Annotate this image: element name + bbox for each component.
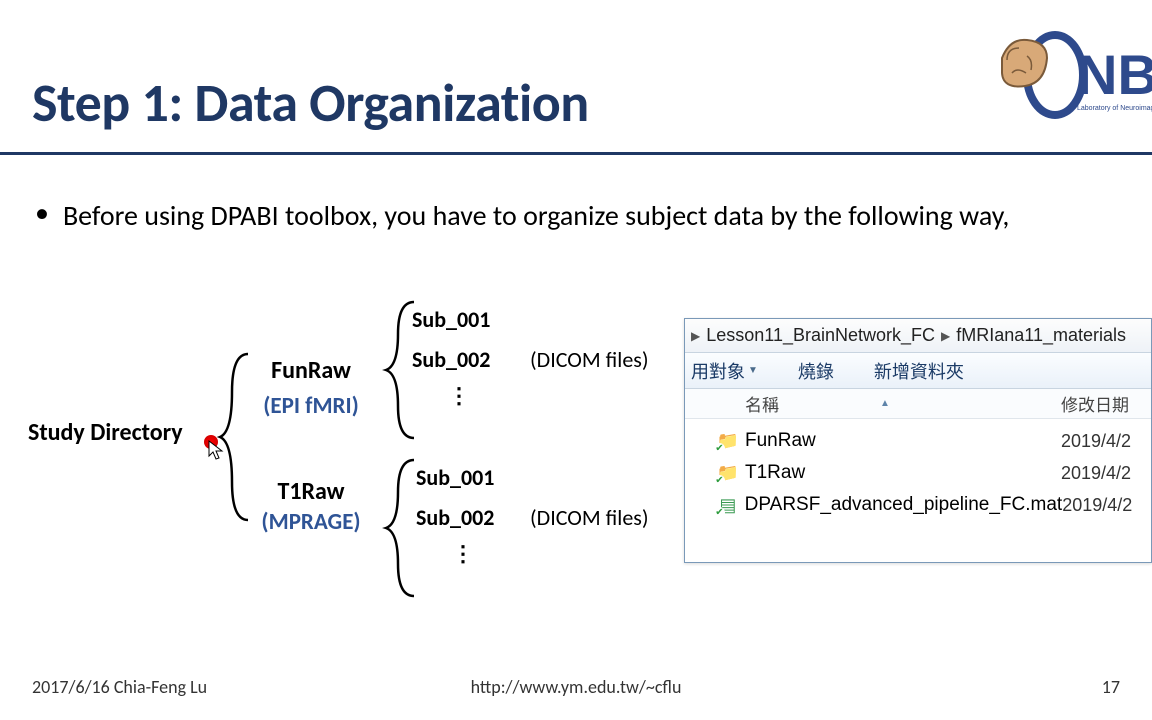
brace-icon <box>214 352 254 522</box>
column-name[interactable]: 名稱 <box>745 391 1061 416</box>
list-item[interactable]: ▤ DPARSF_advanced_pipeline_FC.mat 2019/4… <box>715 489 1151 521</box>
slide-footer: 2017/6/16 Chia-Feng Lu http://www.ym.edu… <box>32 676 1120 698</box>
sub-001-label: Sub_001 <box>412 306 490 333</box>
logo: NB Laboratory of Neuroimage <box>987 28 1152 123</box>
brace-icon <box>380 458 420 598</box>
study-directory-label: Study Directory <box>28 418 183 447</box>
sub-002-label: Sub_002 <box>416 504 494 531</box>
sort-asc-icon: ▲ <box>880 398 890 409</box>
file-name: FunRaw <box>741 430 1061 452</box>
directory-diagram: Study Directory FunRaw (EPI fMRI) T1Raw … <box>28 300 668 600</box>
title-divider <box>0 152 1152 155</box>
column-date[interactable]: 修改日期 <box>1061 391 1151 416</box>
file-list: 📁 FunRaw 2019/4/2 📁 T1Raw 2019/4/2 ▤ DPA… <box>685 419 1151 521</box>
folder-icon: 📁 <box>715 431 741 452</box>
toolbar-target[interactable]: 用對象▼ <box>691 358 758 384</box>
ellipsis-icon: ⋮ <box>448 382 470 409</box>
funraw-label: FunRaw <box>256 356 366 385</box>
bullet-item: • Before using DPABI toolbox, you have t… <box>35 196 1122 235</box>
chevron-right-icon: ▶ <box>691 329 700 343</box>
file-explorer-window: ▶ Lesson11_BrainNetwork_FC ▶ fMRIana11_m… <box>684 318 1152 563</box>
file-name: T1Raw <box>741 462 1061 484</box>
toolbar-new-folder[interactable]: 新增資料夾 <box>874 358 964 384</box>
funraw-note: (EPI fMRI) <box>246 392 376 420</box>
breadcrumb[interactable]: ▶ Lesson11_BrainNetwork_FC ▶ fMRIana11_m… <box>685 319 1151 353</box>
breadcrumb-item[interactable]: fMRIana11_materials <box>956 325 1126 346</box>
t1raw-label: T1Raw <box>256 477 366 506</box>
ellipsis-icon: ⋮ <box>452 540 474 567</box>
list-item[interactable]: 📁 FunRaw 2019/4/2 <box>715 425 1151 457</box>
dicom-note: (DICOM files) <box>530 346 649 373</box>
t1raw-note: (MPRAGE) <box>246 508 376 536</box>
file-date: 2019/4/2 <box>1061 431 1151 452</box>
file-date: 2019/4/2 <box>1062 495 1151 516</box>
bullet-text: Before using DPABI toolbox, you have to … <box>63 196 1009 235</box>
footer-author-date: 2017/6/16 Chia-Feng Lu <box>32 676 207 698</box>
chevron-right-icon: ▶ <box>941 329 950 343</box>
slide-title: Step 1: Data Organization <box>32 70 589 136</box>
footer-url: http://www.ym.edu.tw/~cflu <box>471 676 682 698</box>
chevron-down-icon: ▼ <box>748 365 758 376</box>
bullet-marker: • <box>35 196 49 235</box>
mat-file-icon: ▤ <box>715 495 741 516</box>
breadcrumb-item[interactable]: Lesson11_BrainNetwork_FC <box>706 325 935 346</box>
sub-002-label: Sub_002 <box>412 346 490 373</box>
column-headers[interactable]: 名稱 ▲ 修改日期 <box>685 389 1151 419</box>
sub-001-label: Sub_001 <box>416 464 494 491</box>
file-name: DPARSF_advanced_pipeline_FC.mat <box>741 494 1063 516</box>
folder-icon: 📁 <box>715 463 741 484</box>
dicom-note: (DICOM files) <box>530 504 649 531</box>
file-date: 2019/4/2 <box>1061 463 1151 484</box>
toolbar: 用對象▼ 燒錄 新增資料夾 <box>685 353 1151 389</box>
svg-text:NB: NB <box>1077 43 1152 106</box>
toolbar-burn[interactable]: 燒錄 <box>798 358 834 384</box>
list-item[interactable]: 📁 T1Raw 2019/4/2 <box>715 457 1151 489</box>
svg-text:Laboratory of Neuroimage: Laboratory of Neuroimage <box>1077 105 1152 112</box>
slide-number: 17 <box>1102 676 1120 698</box>
